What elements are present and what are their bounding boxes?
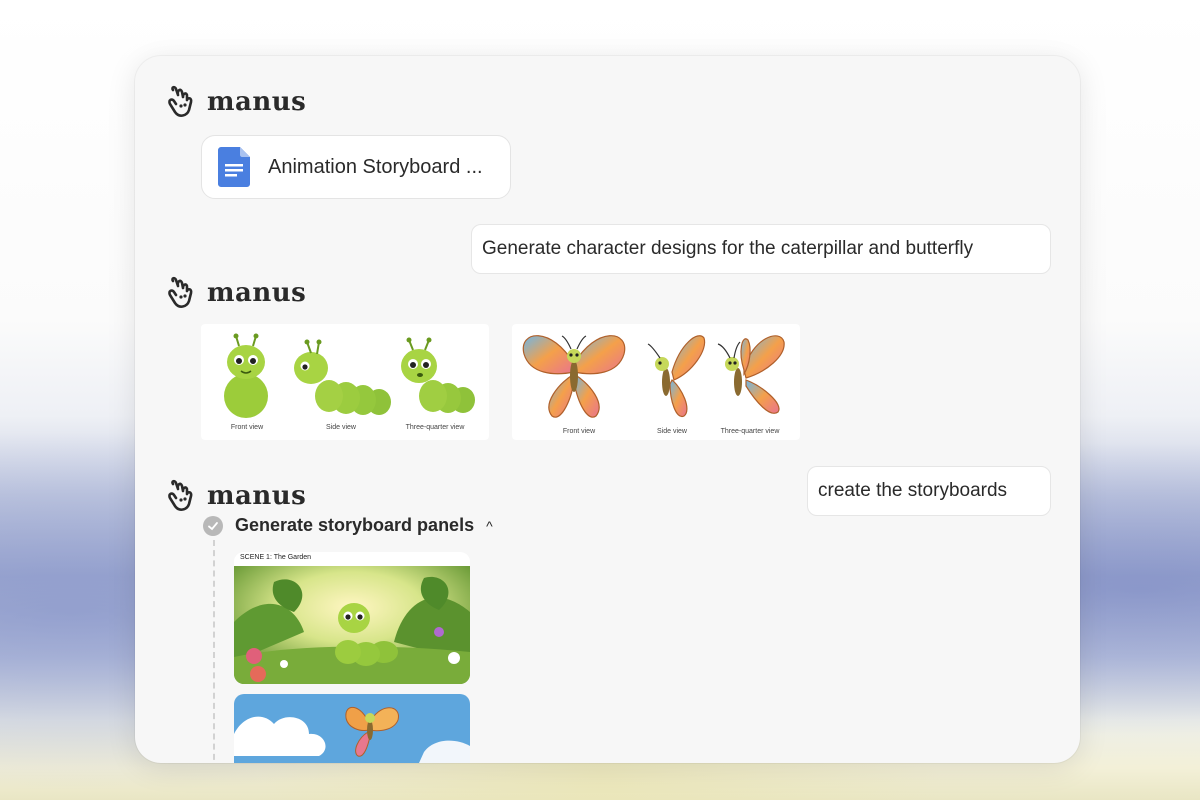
- step-title: Generate storyboard panels: [235, 515, 475, 535]
- check-circle-icon: [203, 515, 223, 536]
- brand-name: manus: [207, 481, 307, 511]
- garden-scene-illustration: [234, 552, 470, 684]
- user-message-2: create the storyboards: [807, 466, 1051, 516]
- scene-label: SCENE 1: The Garden: [240, 554, 312, 561]
- caption-front-view: Front view: [230, 424, 264, 431]
- brand-name: manus: [207, 278, 307, 308]
- caption-three-quarter-view: Three-quarter view: [405, 424, 465, 431]
- storyboard-panel-2[interactable]: [234, 694, 470, 763]
- manus-hand-icon: [168, 85, 193, 117]
- caption-side-view: Side view: [326, 424, 356, 431]
- caption-side-view: Side view: [657, 428, 687, 435]
- manus-brand-2: manus: [165, 275, 306, 311]
- caption-front-view: Front view: [562, 428, 596, 435]
- storyboard-panel-1[interactable]: SCENE 1: The Garden: [234, 552, 470, 684]
- manus-hand-icon: [168, 479, 193, 511]
- document-icon: [218, 147, 250, 187]
- file-name: Animation Storyboard ...: [268, 155, 483, 178]
- user-message-1: Generate character designs for the cater…: [471, 224, 1051, 274]
- user-message-text: create the storyboards: [818, 480, 1008, 501]
- user-message-text: Generate character designs for the cater…: [482, 238, 974, 259]
- caterpillar-design-image[interactable]: Front view Side view Three-quarter view: [201, 324, 489, 440]
- manus-brand-1: manus: [165, 84, 306, 120]
- sky-scene-illustration: [234, 694, 470, 763]
- manus-brand-3: manus: [165, 478, 306, 514]
- butterfly-design-image[interactable]: Front view Side view Three-quarter view: [512, 324, 800, 440]
- caption-three-quarter-view: Three-quarter view: [720, 428, 780, 435]
- chat-card: manus Animation Storyboard ... Generate …: [135, 56, 1080, 763]
- chevron-up-icon[interactable]: ^: [486, 518, 493, 534]
- caterpillar-illustration: [224, 333, 475, 418]
- file-attachment[interactable]: Animation Storyboard ...: [201, 135, 511, 199]
- brand-name: manus: [207, 87, 307, 117]
- butterfly-illustration: [522, 335, 785, 418]
- manus-hand-icon: [168, 276, 193, 308]
- timeline-connector: [213, 540, 215, 763]
- task-step-header[interactable]: Generate storyboard panels ^: [203, 515, 493, 536]
